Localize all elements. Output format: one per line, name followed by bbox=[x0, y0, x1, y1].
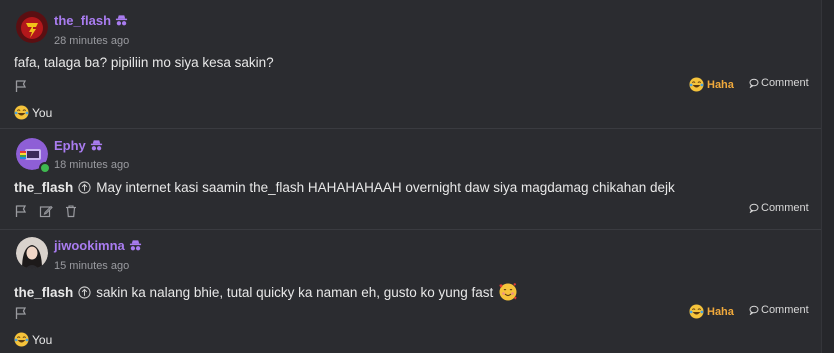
incognito-badge-icon bbox=[116, 15, 128, 26]
author-name[interactable]: the_flash bbox=[54, 13, 128, 28]
trash-icon[interactable] bbox=[64, 204, 78, 218]
comment-button[interactable]: Comment bbox=[749, 202, 809, 214]
laughing-emoji-icon bbox=[14, 332, 29, 347]
comment-text: the_flash sakin ka nalang bhie, tutal qu… bbox=[14, 282, 518, 302]
comment-text: fafa, talaga ba? pipiliin mo siya kesa s… bbox=[14, 55, 274, 70]
comment-post: Ephy 18 minutes ago the_flash May intern… bbox=[0, 129, 831, 230]
flag-icon[interactable] bbox=[14, 204, 28, 218]
edit-icon[interactable] bbox=[39, 204, 53, 218]
reaction-summary[interactable]: You bbox=[14, 105, 52, 120]
incognito-badge-icon bbox=[90, 140, 102, 151]
arrow-up-circle-icon[interactable] bbox=[78, 181, 91, 194]
reaction-summary[interactable]: You bbox=[14, 332, 52, 347]
timestamp: 18 minutes ago bbox=[54, 159, 130, 171]
quoted-author[interactable]: the_flash bbox=[14, 180, 73, 195]
comment-text: the_flash May internet kasi saamin the_f… bbox=[14, 180, 675, 195]
comment-button[interactable]: Comment bbox=[749, 304, 809, 316]
scroll-gutter bbox=[821, 0, 834, 353]
comment-post: the_flash 28 minutes ago fafa, talaga ba… bbox=[0, 0, 831, 129]
smiling-hearts-emoji-icon bbox=[499, 283, 517, 301]
action-row: Haha Comment + bbox=[0, 75, 831, 95]
online-status-dot bbox=[39, 162, 51, 174]
author-name[interactable]: Ephy bbox=[54, 138, 103, 153]
haha-reaction-button[interactable]: Haha bbox=[689, 77, 734, 92]
comment-bubble-icon bbox=[749, 203, 759, 213]
avatar[interactable] bbox=[16, 237, 48, 269]
author-name[interactable]: jiwookimna bbox=[54, 238, 142, 253]
laughing-emoji-icon bbox=[689, 77, 704, 92]
avatar[interactable] bbox=[16, 11, 48, 43]
comment-button[interactable]: Comment bbox=[749, 77, 809, 89]
comment-bubble-icon bbox=[749, 305, 759, 315]
laughing-emoji-icon bbox=[14, 105, 29, 120]
flag-icon[interactable] bbox=[14, 306, 28, 320]
quoted-author[interactable]: the_flash bbox=[14, 285, 73, 300]
flag-icon[interactable] bbox=[14, 79, 28, 93]
timestamp: 15 minutes ago bbox=[54, 260, 130, 272]
comment-bubble-icon bbox=[749, 78, 759, 88]
arrow-up-circle-icon[interactable] bbox=[78, 285, 91, 299]
incognito-badge-icon bbox=[129, 240, 141, 251]
comment-feed: the_flash 28 minutes ago fafa, talaga ba… bbox=[0, 0, 834, 353]
action-row: Comment + bbox=[0, 200, 831, 220]
laughing-emoji-icon bbox=[689, 304, 704, 319]
timestamp: 28 minutes ago bbox=[54, 35, 130, 47]
action-row: Haha Comment + bbox=[0, 302, 831, 322]
comment-post: jiwookimna 15 minutes ago the_flash saki… bbox=[0, 230, 831, 353]
haha-reaction-button[interactable]: Haha bbox=[689, 304, 734, 319]
